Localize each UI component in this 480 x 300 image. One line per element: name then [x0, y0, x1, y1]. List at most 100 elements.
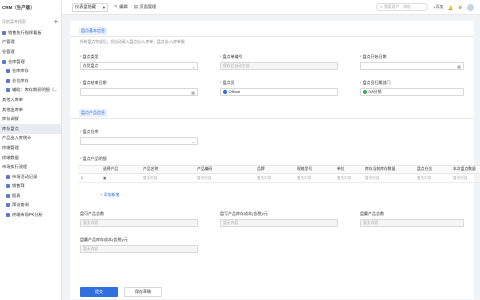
sidebar-item[interactable]: 市场活动记录: [0, 172, 61, 182]
settings-icon[interactable]: ⚙: [458, 5, 462, 10]
calendar-icon: ▦: [191, 89, 195, 95]
column-header: 本次盘点数量: [453, 167, 476, 171]
sidebar-item[interactable]: 拜访查询: [0, 201, 61, 211]
topbar-right: ⌕ 搜索客户、商机 + 添加 🔔 ⚙: [376, 3, 474, 11]
owner-field[interactable]: Official: [220, 88, 338, 96]
sidebar-item[interactable]: 销售拜: [0, 182, 61, 192]
surplus-count-field: 暂无内容: [360, 219, 464, 227]
type-select[interactable]: 存货盘点 ⌄: [80, 62, 198, 70]
sidebar-item[interactable]: 库存调拨: [0, 114, 61, 124]
avatar[interactable]: [467, 3, 474, 11]
form-card: 盘点基本信息 所有盘点完成后，仓自动录入盘点出/入库单，盘点出/入库单据 *盘点…: [70, 21, 474, 299]
sidebar-item[interactable]: 仓管理: [0, 47, 61, 57]
menu-icon: [6, 184, 10, 189]
sidebar: CRM（生产版） 导航菜单搜索 + 销售执行指挥看板 产管理 仓管理 仓库管理 …: [0, 0, 62, 300]
global-search-input[interactable]: ⌕ 搜索客户、商机: [376, 3, 429, 11]
divider: [70, 36, 474, 37]
menu-icon: [6, 174, 10, 179]
app-title: CRM（生产版）: [2, 5, 35, 10]
select-product-icon[interactable]: ▣: [100, 174, 140, 182]
column-header: 盘点仓位: [417, 167, 433, 171]
number-label: *盘点单编号: [220, 54, 243, 59]
surplus-amount-field: 暂无内容: [80, 245, 198, 253]
layout-icon: ▤: [133, 4, 138, 9]
table-cell: 暂无内容: [257, 175, 272, 180]
add-icon[interactable]: +: [54, 19, 58, 26]
sidebar-item[interactable]: 仓库管理: [0, 57, 61, 67]
column-header: 产品编码: [197, 167, 213, 171]
sidebar-item[interactable]: 报表: [0, 191, 61, 201]
sidebar-item[interactable]: 仓位库存: [0, 76, 61, 86]
user-icon: [223, 90, 227, 94]
menu-icon: [6, 88, 10, 93]
start-date-field[interactable]: ▦: [360, 62, 464, 70]
table-cell: 暂无内容: [365, 175, 380, 180]
start-date-label: *盘点开始日期: [360, 54, 387, 59]
sidebar-search-input[interactable]: 导航菜单搜索: [2, 19, 26, 25]
add-product-link[interactable]: + 添加新笔: [100, 192, 119, 198]
chevron-down-icon: ▾: [102, 4, 105, 10]
sidebar-item[interactable]: 其他出库单: [0, 105, 61, 115]
calendar-icon: ▦: [457, 63, 461, 69]
product-table: 选择产品 产品名称 产品编码 品牌 规格型号 单位 库存当前库存数量 盘点仓位 …: [78, 165, 480, 183]
row-index: 1: [81, 176, 83, 180]
sidebar-item[interactable]: 销售执行指挥看板: [0, 28, 61, 38]
end-date-field[interactable]: ▦: [80, 88, 198, 96]
menu-icon: [6, 78, 10, 83]
warehouse-label: *盘点仓库: [80, 129, 99, 134]
section-basic-title: 盘点基本信息: [79, 27, 107, 35]
sidebar-item[interactable]: 终端市场PK分析: [0, 210, 61, 220]
table-row[interactable]: 1 ▣ 暂无内容 暂无内容 暂无内容 暂无内容 暂无内容 暂无内容 暂无内容 暂…: [78, 174, 480, 183]
edit-icon: ✎: [114, 4, 118, 9]
sidebar-item[interactable]: 终端数据: [0, 153, 61, 163]
add-button[interactable]: + 添加: [433, 4, 443, 10]
owner-label: *盘点员: [220, 80, 235, 85]
sidebar-search[interactable]: 导航菜单搜索 +: [0, 16, 61, 28]
column-header: 库存当前库存数量: [365, 167, 396, 171]
menu-icon: [6, 193, 10, 198]
submit-button[interactable]: 提交: [80, 287, 118, 297]
table-cell: 暂无内容: [297, 175, 312, 180]
column-header: 规格型号: [297, 167, 313, 171]
table-cell[interactable]: 暂无内容: [450, 174, 480, 182]
warehouse-select[interactable]: ⌄: [80, 137, 198, 145]
menu-icon: [2, 59, 6, 64]
form-footer: 提交 保存草稿: [70, 285, 474, 300]
form-hint: 所有盘点完成后，仓自动录入盘点出/入库单，盘点出/入库单据: [80, 40, 185, 44]
sidebar-item[interactable]: 仓库库存: [0, 66, 61, 76]
column-header: 品牌: [257, 167, 265, 171]
sidebar-item[interactable]: 市场执行流程: [0, 162, 61, 172]
total-count-field: 暂无内容: [80, 219, 198, 227]
table-cell[interactable]: 暂无内容: [414, 174, 450, 182]
table-header: 选择产品 产品名称 产品编码 品牌 规格型号 单位 库存当前库存数量 盘点仓位 …: [78, 165, 480, 174]
edit-button[interactable]: ✎ 编辑: [114, 4, 128, 10]
sidebar-item[interactable]: 终端管理: [0, 143, 61, 153]
section-product-title: 盘点产品信息: [79, 109, 107, 117]
app-root: CRM（生产版） 导航菜单搜索 + 销售执行指挥看板 产管理 仓管理 仓库管理 …: [0, 0, 480, 300]
surplus-amount-label: 盘赢产品库存成本(含税)/元: [80, 237, 128, 242]
menu-icon: [6, 213, 10, 218]
dept-field[interactable]: DA分销: [360, 88, 464, 96]
view-select[interactable]: 仪表盘隐藏 ▾: [72, 2, 108, 12]
diff-amount-field: 暂无内容: [220, 219, 338, 227]
sidebar-item[interactable]: 其他入库单: [0, 95, 61, 105]
sidebar-item[interactable]: 辅助：库存期初明细（...: [0, 86, 61, 96]
number-field: 保存后自动生成: [220, 62, 338, 70]
table-cell: 暂无内容: [197, 175, 212, 180]
topbar: 仪表盘隐藏 ▾ ✎ 编辑 ▤ 页面管理 ⌕ 搜索客户、商机 + 添加 🔔 ⚙: [62, 0, 480, 15]
column-header: 产品名称: [143, 167, 159, 171]
page-manage-button[interactable]: ▤ 页面管理: [134, 4, 157, 10]
chevron-down-icon: ⌄: [191, 63, 195, 69]
save-draft-button[interactable]: 保存草稿: [124, 287, 162, 297]
notification-icon[interactable]: 🔔: [448, 5, 453, 10]
menu-icon: [2, 30, 6, 35]
detail-label: *盘点产品明细: [80, 156, 107, 161]
end-date-label: *盘点结束日期: [80, 80, 107, 85]
department-icon: [363, 90, 367, 94]
owner-chip: Official: [223, 90, 240, 94]
menu-icon: [6, 69, 10, 74]
sidebar-item[interactable]: 产品出入库统计: [0, 134, 61, 144]
sidebar-item[interactable]: 产管理: [0, 38, 61, 48]
table-cell: 暂无内容: [143, 175, 158, 180]
sidebar-item-inventory-check[interactable]: 库存盘点: [0, 123, 61, 134]
